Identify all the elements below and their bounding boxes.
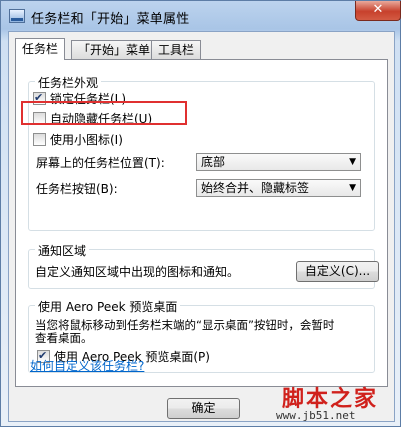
group-label-notification: 通知区域	[35, 242, 90, 259]
notification-description: 自定义通知区域中出现的图标和通知。	[35, 265, 240, 279]
taskbar-buttons-value: 始终合并、隐藏标签	[201, 181, 310, 195]
window-title: 任务栏和「开始」菜单属性	[31, 12, 190, 27]
ok-button[interactable]: 确定	[167, 398, 240, 419]
taskbar-app-icon	[9, 9, 25, 23]
chevron-down-icon: ▼	[349, 183, 356, 193]
customize-button[interactable]: 自定义(C)...	[296, 261, 379, 282]
close-button[interactable]: ✕	[355, 1, 401, 21]
chevron-down-icon: ▼	[349, 157, 356, 167]
properties-window: 任务栏和「开始」菜单属性 ✕ 任务栏 「开始」菜单 工具栏 任务栏外观 锁定任务…	[0, 0, 401, 427]
taskbar-location-value: 底部	[201, 155, 226, 169]
watermark: 脚本之家 www.jb51.net	[276, 381, 400, 425]
annotation-highlight-box	[21, 101, 187, 125]
group-label-aero-peek: 使用 Aero Peek 预览桌面	[35, 298, 181, 315]
title-bar[interactable]: 任务栏和「开始」菜单属性 ✕	[1, 1, 401, 31]
small-icons-label: 使用小图标(I)	[50, 133, 123, 147]
tab-toolbars[interactable]: 工具栏	[151, 40, 202, 59]
close-icon: ✕	[372, 2, 384, 17]
checkbox-icon	[33, 133, 46, 146]
taskbar-location-select[interactable]: 底部 ▼	[196, 153, 361, 171]
taskbar-buttons-select[interactable]: 始终合并、隐藏标签 ▼	[196, 179, 361, 197]
group-label-appearance: 任务栏外观	[35, 74, 102, 91]
taskbar-buttons-label: 任务栏按钮(B):	[36, 182, 118, 196]
tab-start-menu[interactable]: 「开始」菜单	[71, 40, 158, 59]
small-icons-checkbox[interactable]: 使用小图标(I)	[33, 132, 123, 148]
aero-peek-description-line2: 查看桌面。	[35, 331, 93, 345]
taskbar-location-label: 屏幕上的任务栏位置(T):	[36, 156, 165, 170]
dialog-client-area: 任务栏 「开始」菜单 工具栏 任务栏外观 锁定任务栏(L) 自动隐藏任务栏(U)…	[8, 31, 395, 422]
help-link[interactable]: 如何自定义该任务栏?	[30, 357, 144, 374]
tab-taskbar[interactable]: 任务栏	[15, 38, 66, 60]
watermark-url: www.jb51.net	[276, 409, 356, 422]
